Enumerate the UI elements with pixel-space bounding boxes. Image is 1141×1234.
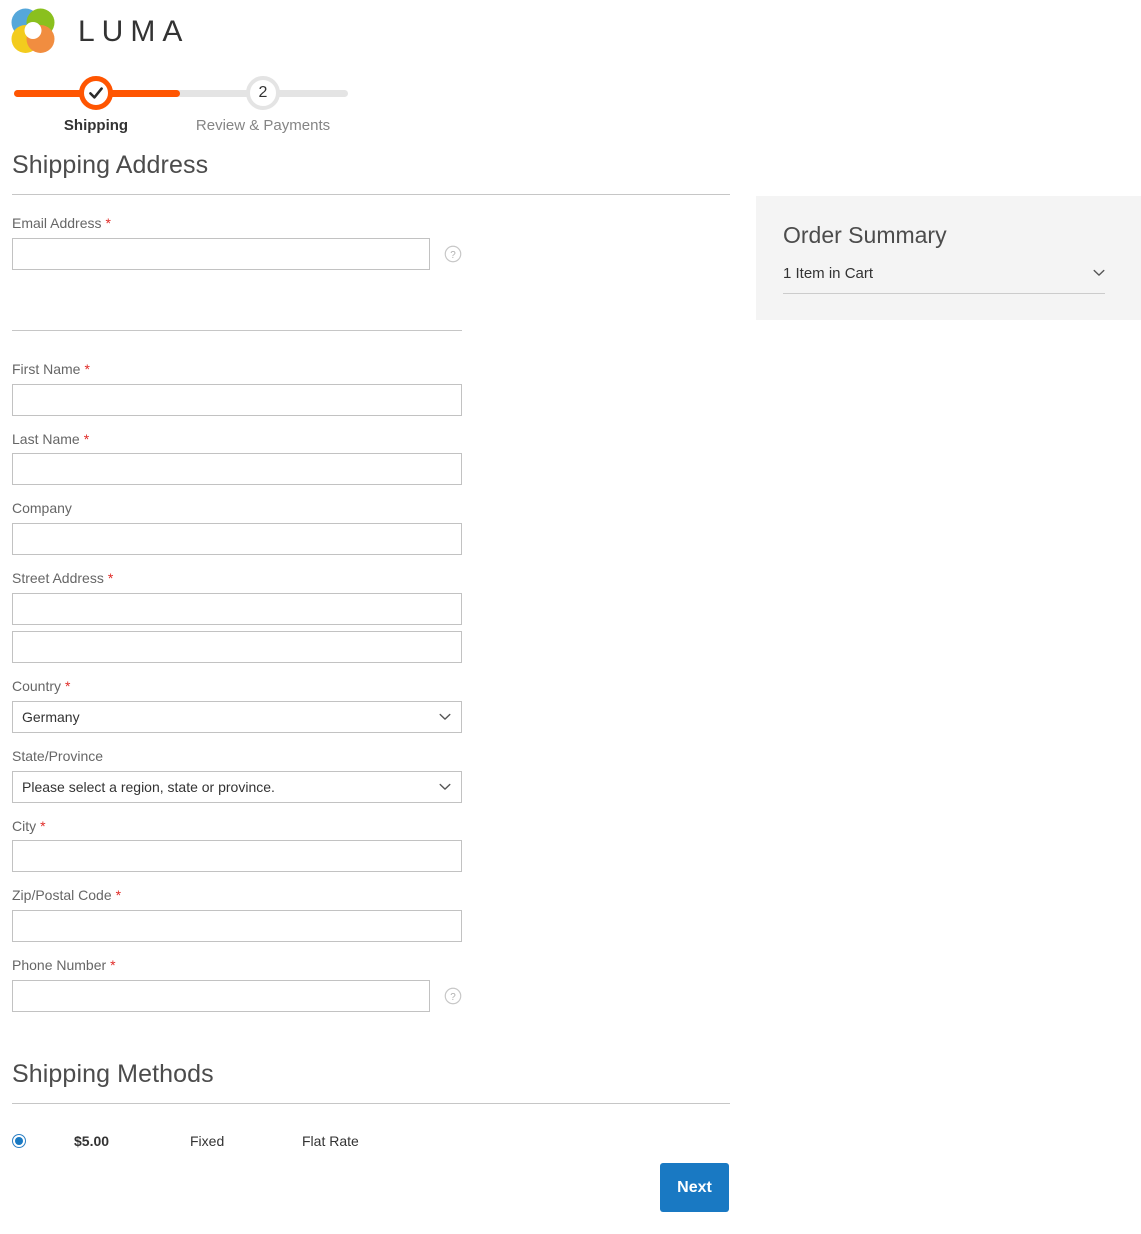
svg-text:?: ? [450,992,456,1003]
order-summary-title: Order Summary [783,222,947,248]
country-select[interactable]: Germany [12,700,462,733]
city-input[interactable] [12,840,462,873]
first-name-label: First Name * [12,361,740,378]
field-last-name: Last Name * [12,431,740,486]
country-label: Country * [12,678,740,695]
brand-logo[interactable]: LUMA [8,6,189,56]
street-address-label-text: Street Address [12,570,104,587]
state-province-select[interactable]: Please select a region, state or provinc… [12,770,462,803]
shipping-methods-title: Shipping Methods [12,1059,214,1088]
telephone-label: Phone Number * [12,957,740,974]
last-name-label-text: Last Name [12,430,80,447]
shipping-method-row[interactable]: $5.00 Fixed Flat Rate [12,1126,740,1156]
street-address-required-marker: * [107,570,114,587]
chevron-down-icon [439,783,451,790]
checkout-progress-bar: Shipping 2 Review & Payments [0,72,560,134]
shipping-method-price: $5.00 [74,1132,110,1149]
cart-items-toggle[interactable]: 1 Item in Cart [783,266,1105,294]
progress-step-shipping[interactable]: Shipping [0,72,192,135]
chevron-down-icon [439,713,451,720]
progress-step-review-label: Review & Payments [195,117,331,134]
email-label-text: Email Address [12,215,102,231]
last-name-required-marker: * [83,430,90,447]
check-icon [89,87,103,99]
telephone-control: ? [12,979,740,1012]
telephone-required-marker: * [110,957,116,974]
postcode-required-marker: * [115,887,122,904]
shipping-address-title: Shipping Address [12,151,209,179]
field-postcode: Zip/Postal Code * [12,887,740,943]
next-button[interactable]: Next [660,1163,729,1212]
telephone-label-text: Phone Number [12,957,107,974]
shipping-method-radio[interactable] [12,1133,26,1148]
first-name-label-text: First Name [12,360,81,377]
field-street-address: Street Address * [12,570,740,663]
company-input[interactable] [12,523,462,556]
progress-step-review[interactable]: 2 Review & Payments [167,72,359,135]
email-required-marker: * [105,215,111,231]
field-city: City * [12,818,740,873]
shipping-methods-divider [12,1102,730,1104]
email-label: Email Address * [12,215,740,232]
city-label-text: City [12,817,37,834]
cart-items-count: 1 Item in Cart [783,264,874,282]
state-province-label: State/Province [12,748,740,765]
email-control: ? [12,237,740,270]
postcode-label: Zip/Postal Code * [12,887,740,904]
field-email: Email Address * ? [12,215,740,270]
email-input[interactable] [12,237,430,270]
field-company: Company [12,500,740,556]
progress-step-shipping-label: Shipping [63,117,129,134]
city-label: City * [12,818,740,835]
luma-rings-logo-icon [11,8,55,53]
street-address-label: Street Address * [12,570,740,587]
city-required-marker: * [40,817,46,834]
step-review-marker: 2 [246,76,280,110]
page-header: LUMA [0,0,1141,66]
step-shipping-marker [79,76,113,110]
field-country: Country * Germany [12,678,740,733]
last-name-label: Last Name * [12,431,740,448]
street-address-line1-input[interactable] [12,592,462,625]
chevron-down-icon [1093,269,1105,276]
checkout-shipping-form: Shipping Address Email Address * ? First … [0,150,740,1156]
telephone-input[interactable] [12,979,430,1012]
company-label-text: Company [12,500,72,517]
company-label: Company [12,500,740,517]
last-name-input[interactable] [12,453,462,486]
state-province-selected-value: Please select a region, state or provinc… [22,778,275,795]
shipping-method-name: Flat Rate [302,1132,359,1149]
order-summary-panel: Order Summary 1 Item in Cart [756,196,1141,320]
country-selected-value: Germany [22,708,80,725]
postcode-input[interactable] [12,910,462,943]
field-first-name: First Name * [12,361,740,416]
country-required-marker: * [65,677,71,694]
first-name-required-marker: * [84,360,90,377]
street-address-line2-input[interactable] [12,630,462,663]
postcode-label-text: Zip/Postal Code [12,887,112,904]
question-mark-icon[interactable]: ? [444,987,462,1005]
shipping-method-carrier: Fixed [190,1132,225,1149]
shipping-address-divider [12,194,730,195]
field-state-province: State/Province Please select a region, s… [12,748,740,803]
field-telephone: Phone Number * ? [12,957,740,1012]
step-review-number: 2 [258,84,268,101]
brand-name: LUMA [78,15,190,48]
country-label-text: Country [12,677,62,694]
first-name-input[interactable] [12,383,462,416]
state-province-label-text: State/Province [12,747,104,764]
email-section-divider [12,329,462,331]
svg-text:?: ? [450,250,456,261]
question-mark-icon[interactable]: ? [444,245,462,263]
